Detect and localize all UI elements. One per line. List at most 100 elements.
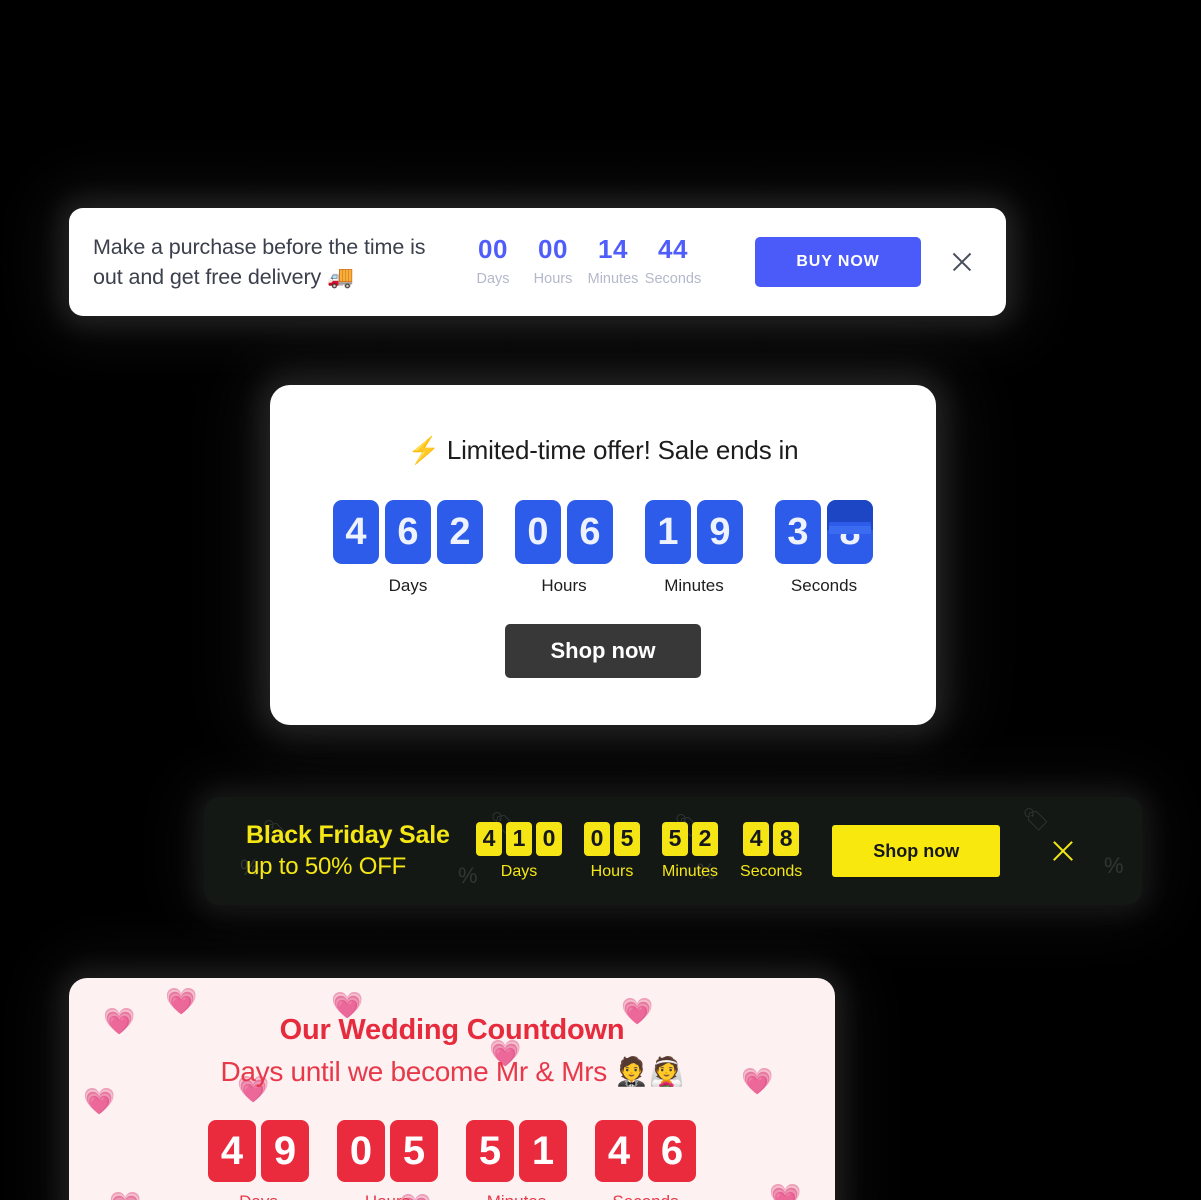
limited-offer-countdown-timer: 4 6 2 Days 0 6 Hours 1 9 Minutes 3 8 Sec… — [333, 500, 873, 596]
heart-icon: 💗 — [769, 1182, 802, 1200]
countdown-label-days: Days — [500, 862, 538, 880]
countdown-label-days: Days — [476, 271, 510, 287]
digit-tile: 5 — [466, 1120, 514, 1182]
digit-tiles-minutes: 5 2 — [662, 821, 719, 856]
digit-tiles-hours: 0 5 — [337, 1120, 438, 1182]
countdown-unit-hours: 0 5 Hours — [337, 1120, 438, 1200]
heart-icon: 💗 — [621, 996, 654, 1026]
free-delivery-countdown-bar: Make a purchase before the time is out a… — [69, 208, 1006, 316]
digit-tile: 6 — [648, 1120, 696, 1182]
black-friday-countdown-timer: 4 1 0 Days 0 5 Hours 5 2 Minutes 4 8 Sec… — [476, 821, 803, 881]
countdown-label-minutes: Minutes — [664, 576, 724, 595]
digit-tile: 2 — [692, 821, 719, 856]
countdown-label-seconds: Seconds — [740, 862, 803, 880]
countdown-unit-seconds: 3 8 Seconds — [775, 500, 873, 596]
flip-tiles-days: 4 6 2 — [333, 500, 483, 564]
black-friday-sale-bar: 🏷 % 🏷 % 🏷 % 🏷 % Black Friday Sale up to … — [204, 797, 1142, 905]
digit-tiles-days: 4 9 — [208, 1120, 309, 1182]
countdown-unit-days: 4 1 0 Days — [476, 821, 562, 881]
countdown-unit-days: 4 9 Days — [208, 1120, 309, 1200]
price-tag-icon: 🏷 — [1022, 807, 1050, 832]
countdown-unit-hours: 0 5 Hours — [584, 821, 640, 881]
digit-tiles-hours: 0 5 — [584, 821, 640, 856]
digit-tiles-days: 4 1 0 — [476, 821, 562, 856]
heart-icon: 💗 — [103, 1006, 136, 1036]
countdown-unit-minutes: 5 1 Minutes — [466, 1120, 567, 1200]
countdown-unit-seconds: 4 6 Seconds — [595, 1120, 696, 1200]
heart-icon: 💗 — [741, 1066, 774, 1096]
countdown-label-hours: Hours — [541, 576, 587, 595]
countdown-value-hours: 00 — [538, 234, 568, 264]
percent-badge-icon: % — [458, 863, 478, 888]
digit-tile: 4 — [208, 1120, 256, 1182]
digit-tile: 1 — [506, 821, 532, 856]
black-friday-subtitle: up to 50% OFF — [246, 853, 407, 880]
countdown-label-minutes: Minutes — [662, 862, 719, 880]
countdown-label-hours: Hours — [533, 271, 573, 287]
flip-tiles-hours: 0 6 — [515, 500, 613, 564]
countdown-unit-minutes: 5 2 Minutes — [662, 821, 719, 881]
digit-tile: 8 — [773, 821, 800, 856]
heart-icon: 💗 — [83, 1086, 116, 1116]
countdown-unit-seconds: 44 Seconds — [643, 234, 703, 290]
digit-tile: 9 — [261, 1120, 309, 1182]
countdown-unit-minutes: 14 Minutes — [583, 234, 643, 290]
buy-now-button[interactable]: BUY NOW — [755, 237, 921, 287]
close-icon[interactable] — [949, 249, 975, 275]
delivery-countdown-timer: 00 Days 00 Hours 14 Minutes 44 Seconds — [463, 234, 703, 290]
percent-badge-icon: % — [1104, 853, 1124, 878]
countdown-label-days: Days — [239, 1192, 278, 1200]
digit-tile: 4 — [743, 821, 770, 856]
countdown-value-days: 00 — [478, 234, 508, 264]
flip-tile: 3 — [775, 500, 821, 564]
digit-tile: 1 — [519, 1120, 567, 1182]
countdown-unit-minutes: 1 9 Minutes — [645, 500, 743, 596]
flip-tile-animating: 8 — [827, 500, 873, 564]
flip-tile: 9 — [697, 500, 743, 564]
shop-now-button[interactable]: Shop now — [832, 825, 1001, 877]
limited-time-offer-card: ⚡ Limited-time offer! Sale ends in 4 6 2… — [270, 385, 936, 725]
digit-tile: 0 — [584, 821, 610, 856]
countdown-unit-seconds: 4 8 Seconds — [740, 821, 803, 881]
countdown-label-seconds: Seconds — [612, 1192, 678, 1200]
flip-tile: 6 — [567, 500, 613, 564]
digit-tile: 0 — [536, 821, 562, 856]
countdown-label-minutes: Minutes — [587, 271, 639, 287]
countdown-label-seconds: Seconds — [790, 576, 858, 595]
countdown-unit-days: 00 Days — [463, 234, 523, 290]
wedding-countdown-timer: 4 9 Days 0 5 Hours 5 1 Minutes — [208, 1120, 696, 1200]
shop-now-button[interactable]: Shop now — [505, 624, 701, 678]
countdown-label-hours: Hours — [590, 862, 634, 880]
countdown-value-minutes: 14 — [598, 234, 628, 264]
countdown-label-days: Days — [388, 576, 428, 595]
limited-offer-headline: ⚡ Limited-time offer! Sale ends in — [407, 435, 799, 465]
black-friday-title: Black Friday Sale — [246, 821, 450, 849]
heart-icon: 💗 — [109, 1190, 141, 1200]
black-friday-text-block: Black Friday Sale up to 50% OFF — [246, 819, 460, 883]
close-icon[interactable] — [1050, 838, 1076, 864]
digit-tile: 0 — [337, 1120, 385, 1182]
countdown-value-seconds: 44 — [658, 234, 688, 264]
delivery-message: Make a purchase before the time is out a… — [93, 235, 426, 289]
countdown-unit-hours: 00 Hours — [523, 234, 583, 290]
countdown-label-hours: Hours — [365, 1192, 410, 1200]
countdown-label-seconds: Seconds — [644, 271, 702, 287]
heart-icon: 💗 — [165, 986, 198, 1016]
digit-tile: 5 — [614, 821, 640, 856]
flip-tiles-seconds: 3 8 — [775, 500, 873, 564]
flip-tile: 2 — [437, 500, 483, 564]
wedding-countdown-card: 💗 💗 💗 💗 💗 💗 💗 💗 💗 💗 💗 Our Wedding Countd… — [69, 978, 835, 1200]
flip-tile: 4 — [333, 500, 379, 564]
countdown-unit-days: 4 6 2 Days — [333, 500, 483, 596]
countdown-label-minutes: Minutes — [487, 1192, 547, 1200]
wedding-title: Our Wedding Countdown — [279, 1014, 625, 1046]
flip-tile: 0 — [515, 500, 561, 564]
flip-tile: 1 — [645, 500, 691, 564]
digit-tile: 5 — [662, 821, 689, 856]
digit-tile: 4 — [595, 1120, 643, 1182]
digit-tiles-seconds: 4 8 — [743, 821, 800, 856]
countdown-unit-hours: 0 6 Hours — [515, 500, 613, 596]
flip-tile: 6 — [385, 500, 431, 564]
flip-tiles-minutes: 1 9 — [645, 500, 743, 564]
digit-tiles-minutes: 5 1 — [466, 1120, 567, 1182]
